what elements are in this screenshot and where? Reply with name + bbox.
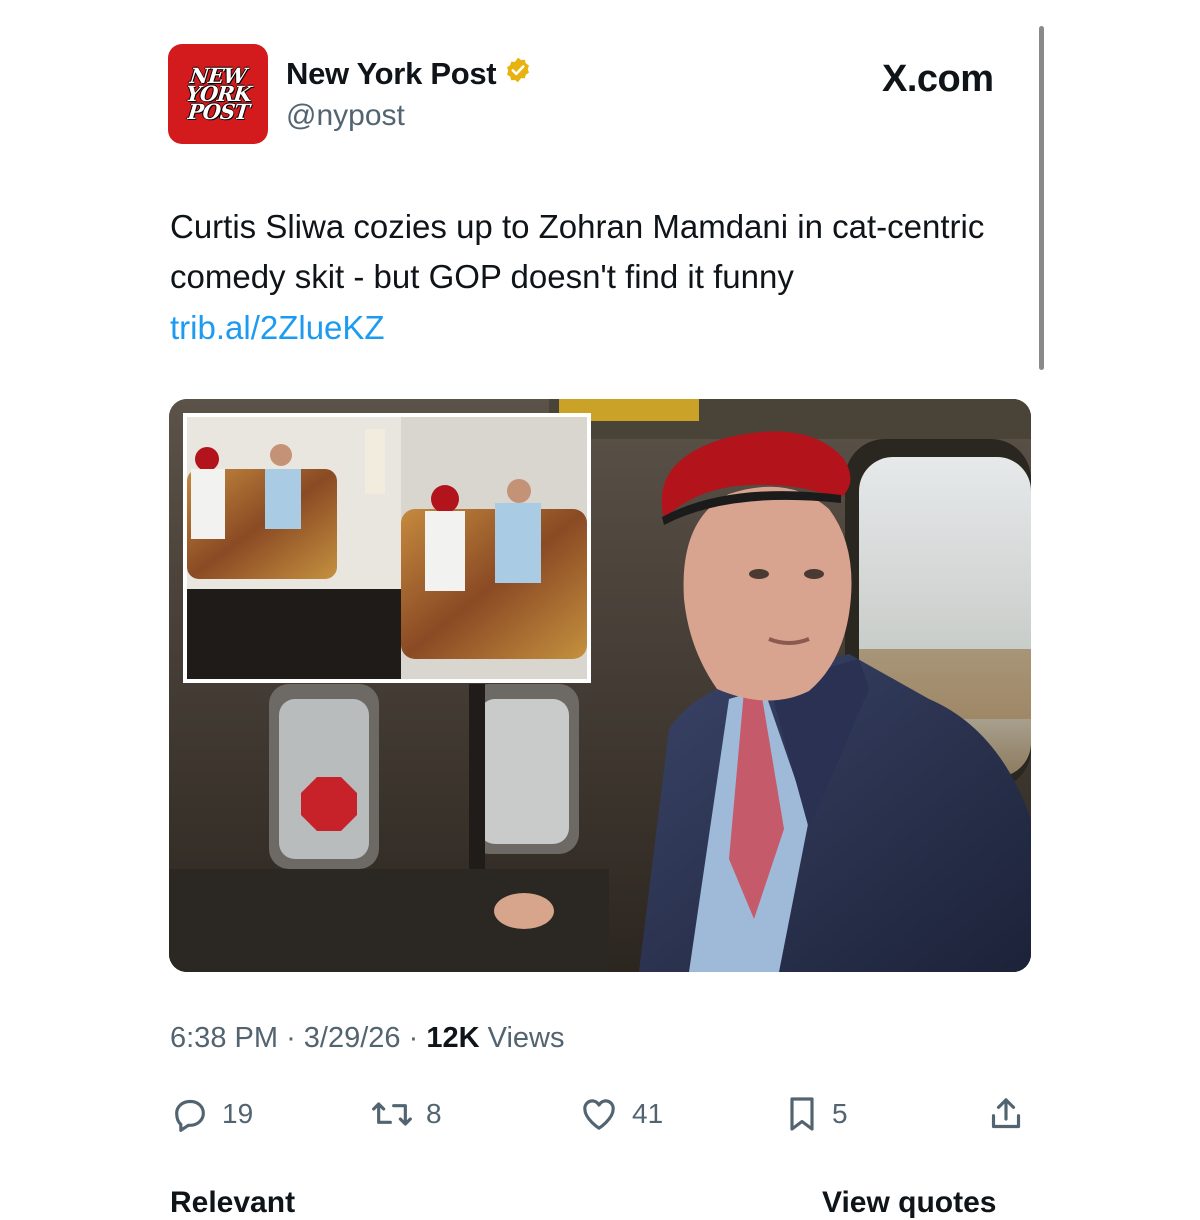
tweet-photo[interactable] xyxy=(169,399,1031,972)
tweet-text: Curtis Sliwa cozies up to Zohran Mamdani… xyxy=(170,208,985,295)
reply-count: 19 xyxy=(222,1098,254,1129)
repost-count: 8 xyxy=(426,1098,442,1129)
views-count: 12K xyxy=(426,1022,480,1054)
share-button[interactable] xyxy=(986,1094,1026,1134)
account-handle[interactable]: @nypost xyxy=(286,99,405,133)
tweet-link[interactable]: trib.al/2ZlueKZ xyxy=(170,303,385,353)
heart-icon xyxy=(578,1094,620,1134)
account-name-row[interactable]: New York Post xyxy=(286,56,532,92)
relevant-sort-label[interactable]: Relevant xyxy=(170,1186,295,1220)
repost-button[interactable]: 8 xyxy=(370,1094,442,1134)
bookmark-count: 5 xyxy=(832,1098,848,1129)
repost-icon xyxy=(370,1094,414,1134)
tweet-time[interactable]: 6:38 PM xyxy=(170,1022,278,1054)
share-icon xyxy=(986,1094,1026,1134)
like-count: 41 xyxy=(632,1098,664,1129)
avatar[interactable]: NEW YORK POST xyxy=(168,44,268,144)
reply-icon xyxy=(170,1094,210,1134)
tweet-date[interactable]: 3/29/26 xyxy=(304,1022,401,1054)
view-quotes-link[interactable]: View quotes xyxy=(822,1186,997,1220)
like-button[interactable]: 41 xyxy=(578,1094,663,1134)
meta-separator: · xyxy=(408,1022,419,1054)
tweet-meta: 6:38 PM · 3/29/26 · 12K Views xyxy=(170,1022,564,1055)
bookmark-button[interactable]: 5 xyxy=(784,1094,848,1134)
avatar-logo-line: POST xyxy=(186,99,250,124)
bookmark-icon xyxy=(784,1094,820,1134)
source-label: X.com xyxy=(882,58,994,100)
scrollbar[interactable] xyxy=(1039,26,1044,370)
views-label: Views xyxy=(487,1022,565,1054)
stop-sign-icon xyxy=(301,777,357,831)
account-name[interactable]: New York Post xyxy=(286,56,497,92)
man-hand xyxy=(494,893,554,929)
man-face xyxy=(683,486,852,701)
verified-badge-icon xyxy=(504,56,532,92)
meta-separator: · xyxy=(286,1022,296,1054)
reply-button[interactable]: 19 xyxy=(170,1094,253,1134)
